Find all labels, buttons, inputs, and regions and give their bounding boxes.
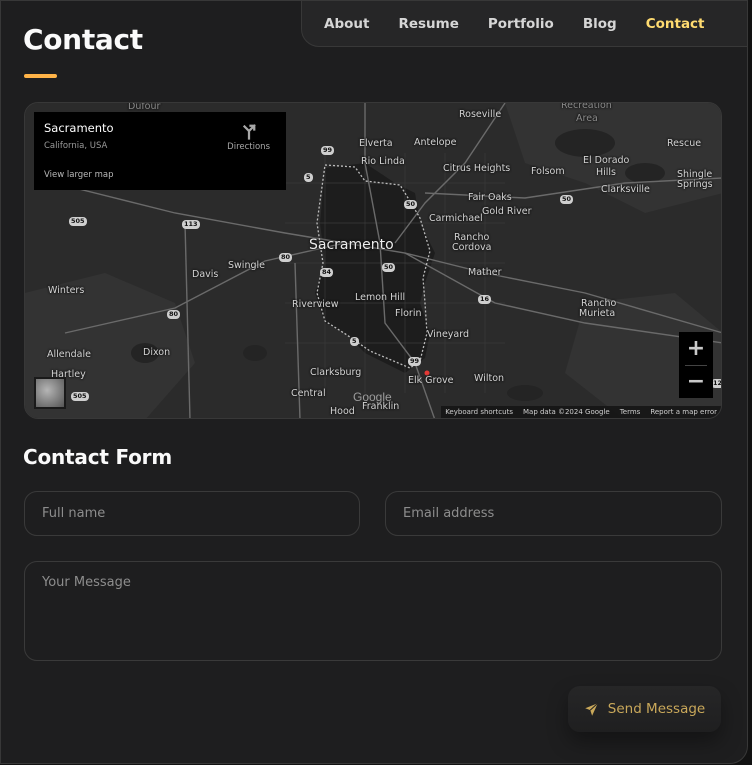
- map-label-springs: Springs: [677, 179, 713, 190]
- map-label-murieta: Murieta: [579, 308, 616, 319]
- map-shield: 80: [279, 253, 293, 262]
- directions-icon: [242, 124, 256, 140]
- map-shield: 50: [404, 200, 418, 209]
- map-shield: 113: [182, 220, 200, 229]
- zoom-out-button[interactable]: −: [679, 366, 713, 399]
- map-data-text: Map data ©2024 Google: [522, 408, 610, 416]
- map-label-citrus-heights: Citrus Heights: [443, 163, 511, 174]
- map-shield: 84: [320, 268, 334, 277]
- map-label-sacramento: Sacramento: [309, 237, 394, 253]
- map-label-folsom: Folsom: [531, 166, 565, 177]
- map-label-hood: Hood: [330, 406, 355, 417]
- map-label-carmichael: Carmichael: [429, 213, 483, 224]
- report-error-link[interactable]: Report a map error: [650, 408, 717, 416]
- navbar: About Resume Portfolio Blog Contact: [301, 1, 747, 47]
- map-label-antelope: Antelope: [414, 137, 457, 148]
- map-label-roseville: Roseville: [459, 109, 502, 120]
- nav-blog[interactable]: Blog: [583, 16, 617, 32]
- map-info-card: Sacramento California, USA View larger m…: [34, 112, 286, 190]
- map-label-swingle: Swingle: [228, 260, 265, 271]
- view-larger-map-link[interactable]: View larger map: [44, 170, 114, 180]
- nav-resume[interactable]: Resume: [398, 16, 458, 32]
- map-label-riverview: Riverview: [292, 299, 339, 310]
- map-attribution: Keyboard shortcuts Map data ©2024 Google…: [441, 406, 721, 418]
- map-embed[interactable]: Dufour Roseville Recreation Area Rescue …: [24, 102, 722, 419]
- keyboard-shortcuts-link[interactable]: Keyboard shortcuts: [445, 408, 513, 416]
- map-label-area: Area: [576, 113, 598, 124]
- map-label-rio-linda: Rio Linda: [361, 156, 405, 167]
- map-label-gold-river: Gold River: [482, 206, 532, 217]
- zoom-in-button[interactable]: +: [679, 332, 713, 365]
- paper-plane-icon: [585, 702, 598, 716]
- map-label-recreation: Recreation: [561, 102, 612, 111]
- map-label-florin: Florin: [395, 308, 422, 319]
- map-label-clarksburg: Clarksburg: [310, 367, 362, 378]
- directions-button[interactable]: Directions: [227, 122, 270, 152]
- map-shield: 50: [560, 195, 574, 204]
- map-label-vineyard: Vineyard: [427, 329, 470, 340]
- contact-form-title: Contact Form: [23, 445, 172, 469]
- directions-label: Directions: [227, 142, 270, 152]
- title-underline: [24, 74, 57, 78]
- map-shield: 505: [69, 217, 87, 226]
- map-zoom-control: + −: [679, 332, 713, 398]
- map-label-lemon-hill: Lemon Hill: [355, 292, 406, 303]
- map-label-davis: Davis: [192, 269, 219, 280]
- map-label-el-dorado: El Dorado: [583, 155, 630, 166]
- map-label-cordova: Cordova: [452, 242, 492, 253]
- map-shield: 99: [408, 357, 422, 366]
- map-label-hills: Hills: [596, 167, 617, 178]
- map-shield: 80: [167, 310, 181, 319]
- map-label-dixon: Dixon: [143, 347, 171, 358]
- map-label-elk-grove: Elk Grove: [408, 375, 454, 386]
- nav-about[interactable]: About: [324, 16, 369, 32]
- map-shield: 505: [71, 392, 89, 401]
- terms-link[interactable]: Terms: [620, 408, 641, 416]
- nav-contact[interactable]: Contact: [646, 16, 705, 32]
- map-shield: 99: [321, 146, 335, 155]
- map-shield: 5: [304, 173, 313, 182]
- google-logo: Google: [353, 390, 392, 404]
- map-label-mather: Mather: [468, 267, 502, 278]
- message-textarea[interactable]: [24, 561, 722, 661]
- map-shield: 5: [350, 337, 359, 346]
- map-shield: 16: [478, 295, 492, 304]
- map-label-allendale: Allendale: [47, 349, 91, 360]
- map-label-dufour: Dufour: [128, 102, 161, 112]
- map-label-clarksville: Clarksville: [601, 184, 650, 195]
- map-label-central: Central: [291, 388, 326, 399]
- fullname-input[interactable]: [24, 491, 360, 536]
- map-shield: 50: [382, 263, 396, 272]
- page-title: Contact: [23, 23, 143, 56]
- contact-card: About Resume Portfolio Blog Contact Cont…: [0, 0, 748, 764]
- satellite-toggle[interactable]: [34, 377, 66, 409]
- map-label-wilton: Wilton: [474, 373, 505, 384]
- map-label-elverta: Elverta: [359, 138, 393, 149]
- map-label-fair-oaks: Fair Oaks: [468, 192, 512, 203]
- map-label-rescue: Rescue: [667, 138, 702, 149]
- email-input[interactable]: [385, 491, 722, 536]
- send-message-button[interactable]: Send Message: [568, 686, 721, 732]
- send-message-label: Send Message: [607, 701, 706, 717]
- nav-portfolio[interactable]: Portfolio: [488, 16, 554, 32]
- map-label-winters: Winters: [48, 285, 85, 296]
